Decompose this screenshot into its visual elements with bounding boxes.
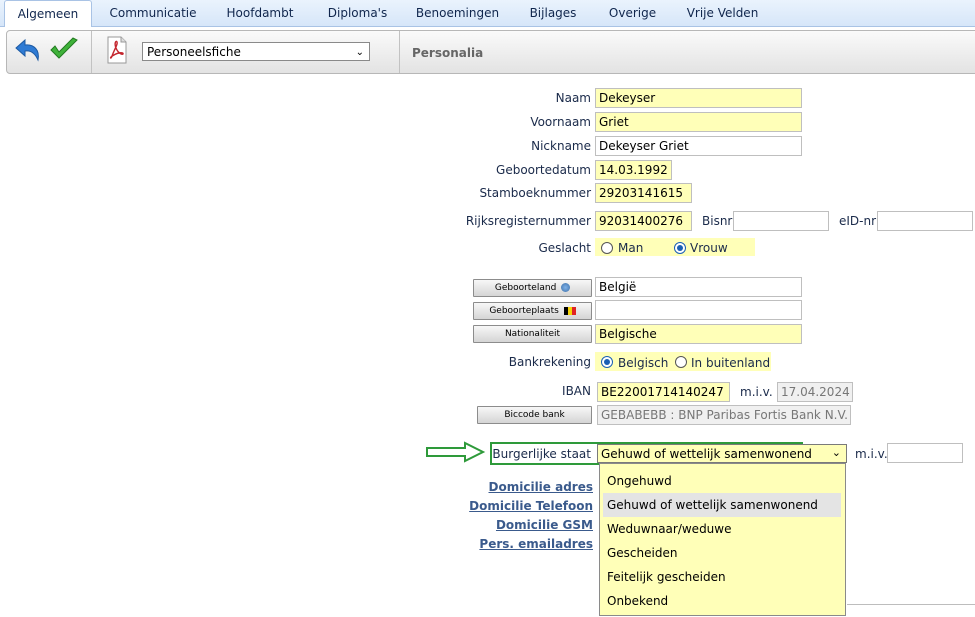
nationaliteit-field[interactable]: Belgische	[595, 324, 802, 344]
geboorteplaats-field[interactable]	[595, 300, 802, 320]
burgerlijke-staat-select[interactable]: Gehuwd of wettelijk samenwonend ⌄	[597, 444, 847, 463]
tab-hoofdambt[interactable]: Hoofdambt	[215, 4, 305, 24]
burgerlijke-staat-miv-field[interactable]	[887, 443, 963, 463]
globe-icon	[561, 283, 571, 292]
burgerlijke-staat-value: Gehuwd of wettelijk samenwonend	[601, 447, 812, 461]
stamboeknummer-label: Stamboeknummer	[479, 186, 591, 200]
iban-miv-field: 17.04.2024	[777, 382, 853, 402]
voornaam-field[interactable]: Griet	[595, 112, 802, 132]
stamboeknummer-field[interactable]: 29203141615	[595, 183, 692, 203]
burgerlijke-staat-miv-label: m.i.v.	[855, 447, 888, 461]
tab-algemeen[interactable]: Algemeen	[4, 0, 92, 27]
geboorteland-button[interactable]: Geboorteland	[473, 279, 592, 297]
dropdown-option-ongehuwd[interactable]: Ongehuwd	[603, 469, 841, 493]
bankrekening-label: Bankrekening	[508, 355, 591, 369]
divider	[847, 604, 975, 605]
tab-communicatie[interactable]: Communicatie	[103, 4, 203, 24]
geboorteland-field[interactable]: België	[595, 277, 802, 297]
tab-overige[interactable]: Overige	[600, 4, 665, 24]
undo-icon[interactable]	[14, 38, 46, 64]
nickname-label: Nickname	[531, 139, 591, 153]
arrow-right-icon	[426, 441, 486, 463]
rijksregisternummer-field[interactable]: 92031400276	[595, 211, 692, 231]
geboortedatum-label: Geboortedatum	[496, 163, 591, 177]
bisnr-field[interactable]	[733, 211, 829, 231]
tab-vrije-velden[interactable]: Vrije Velden	[680, 4, 765, 24]
tab-bijlages[interactable]: Bijlages	[518, 4, 588, 24]
dropdown-option-gehuwd[interactable]: Gehuwd of wettelijk samenwonend	[603, 493, 841, 517]
eid-field[interactable]	[877, 211, 973, 231]
burgerlijke-staat-label: Burgerlijke staat	[492, 447, 591, 461]
rijksregisternummer-label: Rijksregisternummer	[465, 214, 591, 228]
geslacht-label: Geslacht	[538, 241, 591, 255]
dropdown-option-onbekend[interactable]: Onbekend	[603, 589, 841, 613]
belgian-flag-icon	[563, 306, 576, 315]
tab-benoemingen[interactable]: Benoemingen	[410, 4, 505, 24]
tab-bar: Algemeen Communicatie Hoofdambt Diploma'…	[0, 0, 975, 27]
bankrekening-buitenland-label: In buitenland	[691, 356, 771, 370]
nickname-field[interactable]: Dekeyser Griet	[595, 136, 802, 156]
domicilie-telefoon-link[interactable]: Domicilie Telefoon	[469, 499, 593, 513]
naam-field[interactable]: Dekeyser	[595, 88, 802, 108]
section-title: Personalia	[412, 46, 484, 60]
domicilie-gsm-link[interactable]: Domicilie GSM	[496, 518, 593, 532]
naam-label: Naam	[555, 91, 591, 105]
geslacht-man-label: Man	[618, 241, 644, 255]
burgerlijke-staat-dropdown: Ongehuwd Gehuwd of wettelijk samenwonend…	[599, 463, 846, 616]
tab-diplomas[interactable]: Diploma's	[320, 4, 395, 24]
dropdown-option-feitelijk-gescheiden[interactable]: Feitelijk gescheiden	[603, 565, 841, 589]
document-select-value: Personeelsfiche	[147, 45, 241, 59]
bisnr-label: Bisnr	[702, 214, 733, 228]
geboorteland-button-label: Geboorteland	[494, 283, 557, 293]
pers-emailadres-link[interactable]: Pers. emailadres	[479, 537, 593, 551]
domicilie-adres-link[interactable]: Domicilie adres	[489, 480, 593, 494]
nationaliteit-button[interactable]: Nationaliteit	[473, 325, 592, 343]
iban-field[interactable]: BE22001714140247	[597, 382, 730, 402]
pdf-icon[interactable]	[106, 36, 128, 64]
chevron-down-icon: ⌄	[355, 47, 364, 58]
bankrekening-buitenland-radio[interactable]	[675, 356, 687, 368]
geboortedatum-field[interactable]: 14.03.1992	[595, 160, 672, 180]
eid-label: eID-nr	[839, 214, 877, 228]
biccode-button[interactable]: Biccode bank	[477, 406, 592, 424]
geslacht-vrouw-label: Vrouw	[690, 241, 728, 255]
geslacht-vrouw-radio[interactable]	[674, 242, 686, 254]
iban-miv-label: m.i.v.	[740, 385, 773, 399]
dropdown-option-gescheiden[interactable]: Gescheiden	[603, 541, 841, 565]
bankrekening-belgisch-radio[interactable]	[601, 356, 613, 368]
geboorteplaats-button-label: Geboorteplaats	[489, 306, 559, 316]
geslacht-man-radio[interactable]	[601, 242, 613, 254]
iban-label: IBAN	[562, 384, 591, 398]
voornaam-label: Voornaam	[530, 115, 591, 129]
document-select[interactable]: Personeelsfiche ⌄	[142, 42, 370, 61]
bankrekening-belgisch-label: Belgisch	[618, 356, 669, 370]
chevron-down-icon: ⌄	[831, 446, 841, 459]
biccode-field: GEBABEBB : BNP Paribas Fortis Bank N.V.	[597, 405, 851, 425]
dropdown-option-weduwnaar[interactable]: Weduwnaar/weduwe	[603, 517, 841, 541]
geboorteplaats-button[interactable]: Geboorteplaats	[473, 302, 592, 320]
save-check-icon[interactable]	[48, 37, 80, 63]
